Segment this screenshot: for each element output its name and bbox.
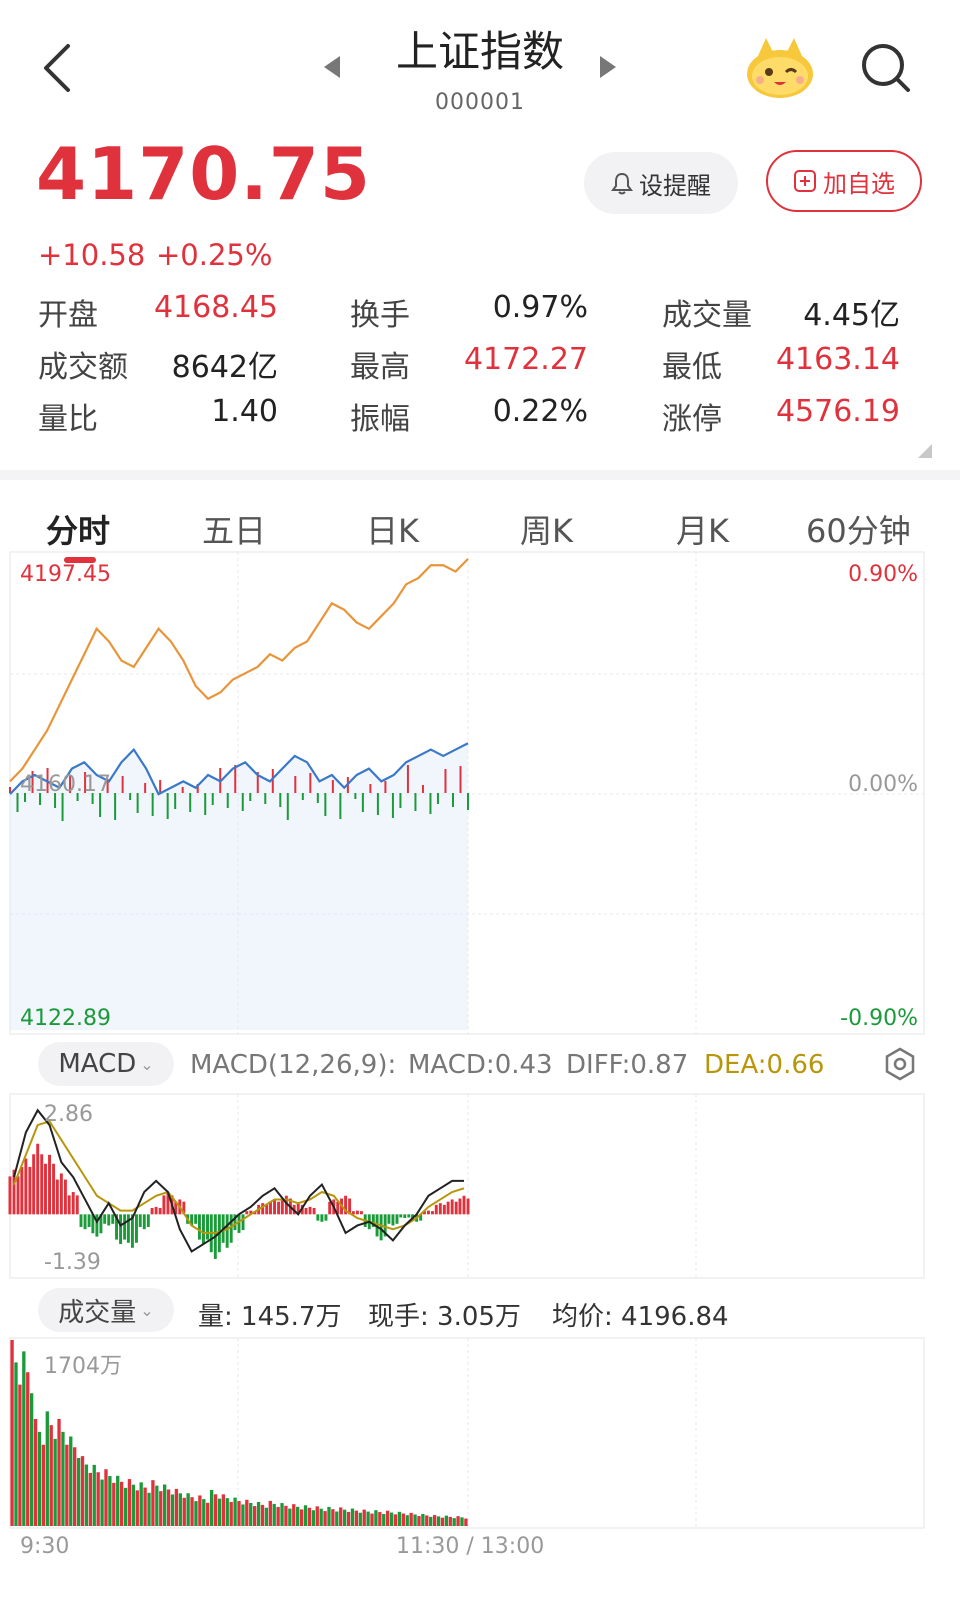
settings-icon[interactable] (882, 1046, 918, 1082)
pct-mid-label: 0.00% (848, 772, 918, 797)
volume-hand: 现手: 3.05万 (368, 1302, 521, 1332)
macd-value: MACD:0.43 (408, 1050, 553, 1080)
macd-grid-frame (9, 1093, 925, 1279)
intraday-charts[interactable] (0, 0, 960, 1608)
volume-avg: 均价: 4196.84 (552, 1302, 729, 1332)
diff-value: DIFF:0.87 (566, 1050, 689, 1080)
macd-selector[interactable]: MACD ⌄ (38, 1042, 174, 1086)
price-line (9, 558, 469, 783)
price-max-label: 4197.45 (20, 562, 111, 587)
volume-top-label: 1704万 (44, 1354, 122, 1379)
macd-bottom-label: -1.39 (44, 1250, 101, 1275)
macd-top-label: 2.86 (44, 1102, 93, 1127)
volume-selector[interactable]: 成交量 ⌄ (38, 1288, 174, 1332)
price-mid-label: 4160.17 (20, 772, 111, 797)
volume-selector-label: 成交量 (58, 1297, 137, 1328)
time-start-label: 9:30 (20, 1534, 70, 1559)
time-mid-label: 11:30 / 13:00 (396, 1534, 545, 1559)
price-min-label: 4122.89 (20, 1006, 111, 1031)
chevron-down-icon: ⌄ (140, 1300, 154, 1320)
volume-qty: 量: 145.7万 (198, 1302, 342, 1332)
pct-min-label: -0.90% (840, 1006, 918, 1031)
macd-params: MACD(12,26,9): (190, 1050, 397, 1080)
macd-selector-label: MACD (58, 1049, 137, 1079)
chevron-down-icon: ⌄ (140, 1054, 154, 1074)
pct-max-label: 0.90% (848, 562, 918, 587)
volume-grid-frame (9, 1337, 925, 1529)
dea-value: DEA:0.66 (704, 1050, 825, 1080)
